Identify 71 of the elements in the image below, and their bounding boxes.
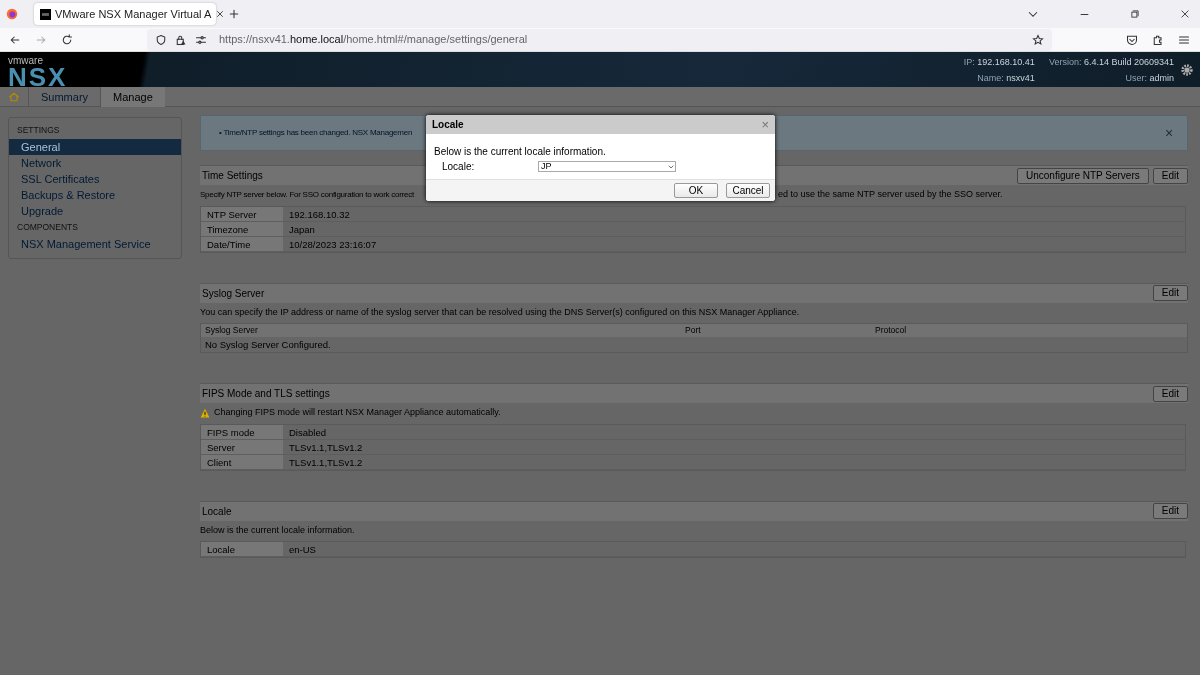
property-value: 10/28/2023 23:16:07	[288, 237, 377, 251]
property-value: TLSv1.1,TLSv1.2	[288, 455, 363, 469]
sidebar-heading: COMPONENTS	[16, 220, 79, 234]
property-value: TLSv1.1,TLSv1.2	[288, 440, 363, 454]
shield-icon[interactable]	[155, 33, 167, 46]
alert-close-button[interactable]: ×	[1165, 126, 1173, 140]
close-icon[interactable]	[1180, 9, 1190, 19]
alert-message: • Time/NTP settings has been changed. NSX Managemen	[219, 127, 413, 139]
edit-button[interactable]: Edit	[1152, 503, 1188, 519]
header-info: User: admin	[1124, 71, 1174, 85]
back-icon[interactable]	[9, 33, 21, 46]
forward-icon	[35, 33, 47, 46]
brand-logo: NSX	[8, 66, 68, 88]
header-info: IP: 192.168.10.41	[963, 56, 1035, 69]
property-value: Japan	[288, 222, 315, 236]
locale-select[interactable]: JP	[538, 161, 676, 172]
unconfigure-button[interactable]: Unconfigure NTP Servers	[1017, 167, 1149, 184]
column-header: Protocol	[874, 324, 908, 337]
property-value: 192.168.10.32	[288, 207, 350, 221]
pocket-icon[interactable]	[1126, 33, 1138, 46]
close-icon[interactable]	[215, 9, 226, 19]
settings-icon[interactable]	[1180, 63, 1194, 77]
section-description: Specify NTP server below. For SSO configuration to work correct	[200, 190, 414, 199]
edit-button[interactable]: Edit	[1152, 167, 1188, 184]
sidebar-item[interactable]: NSX Management Service	[9, 235, 181, 252]
sidebar-heading: SETTINGS	[16, 124, 61, 137]
field-label: Locale:	[442, 160, 476, 174]
bookmark-star-icon[interactable]	[1032, 33, 1044, 46]
property-label: FIPS mode	[201, 424, 283, 439]
sidebar-item[interactable]: Backups & Restore	[9, 186, 181, 203]
edit-button[interactable]: Edit	[1152, 385, 1188, 402]
browser-logo-icon[interactable]	[6, 8, 18, 20]
sidebar-item[interactable]: Network	[9, 154, 181, 171]
reload-icon[interactable]	[61, 33, 73, 46]
edit-button[interactable]: Edit	[1152, 285, 1188, 301]
column-header: Syslog Server	[204, 324, 259, 337]
sidebar-item[interactable]: Upgrade	[9, 202, 181, 219]
menu-icon[interactable]	[1178, 33, 1190, 46]
ok-button[interactable]: OK	[674, 183, 718, 198]
section-title: Locale	[202, 504, 232, 519]
property-value: Disabled	[288, 425, 326, 439]
section-title: Time Settings	[202, 169, 263, 183]
header-info: Name: nsxv41	[976, 71, 1035, 85]
tab-title: VMware NSX Manager Virtual A	[55, 6, 212, 22]
section-title: Syslog Server	[202, 286, 265, 301]
permissions-icon[interactable]	[195, 33, 207, 46]
warning-icon	[200, 407, 210, 418]
extensions-icon[interactable]	[1152, 33, 1164, 46]
warning-message: Changing FIPS mode will restart NSX Manager Appliance automatically.	[214, 406, 501, 419]
nav-tab[interactable]: Manage	[100, 86, 165, 107]
empty-message: No Syslog Server Configured.	[205, 339, 331, 350]
property-label: NTP Server	[201, 206, 283, 221]
cancel-button[interactable]: Cancel	[726, 183, 770, 198]
property-label: Locale	[201, 542, 283, 556]
section-description: You can specify the IP address or name of the syslog server that can be resolved using the DNS Server(s) configured on this NSX Manager Appliance.	[200, 305, 800, 319]
header-info: Version: 6.4.14 Build 20609341	[1048, 56, 1174, 69]
sidebar-item[interactable]: SSL Certificates	[9, 170, 181, 187]
dialog-close-button[interactable]: ×	[761, 115, 769, 135]
sidebar-item[interactable]: General	[9, 138, 181, 155]
section-description: Below is the current locale information.	[200, 523, 355, 537]
property-value: en-US	[288, 543, 316, 556]
section-description: ed to use the same NTP server used by the SSO server.	[778, 188, 1003, 201]
lock-icon[interactable]	[175, 33, 187, 46]
favicon-icon	[40, 8, 51, 20]
dialog-message: Below is the current locale information.	[434, 145, 607, 159]
dialog-title: Locale	[432, 118, 464, 132]
new-tab-icon[interactable]	[228, 8, 240, 20]
restore-icon[interactable]	[1130, 9, 1140, 19]
column-header: Port	[684, 324, 702, 337]
brand-logo-small: vmware	[8, 56, 44, 66]
section-title: FIPS Mode and TLS settings	[202, 387, 330, 401]
